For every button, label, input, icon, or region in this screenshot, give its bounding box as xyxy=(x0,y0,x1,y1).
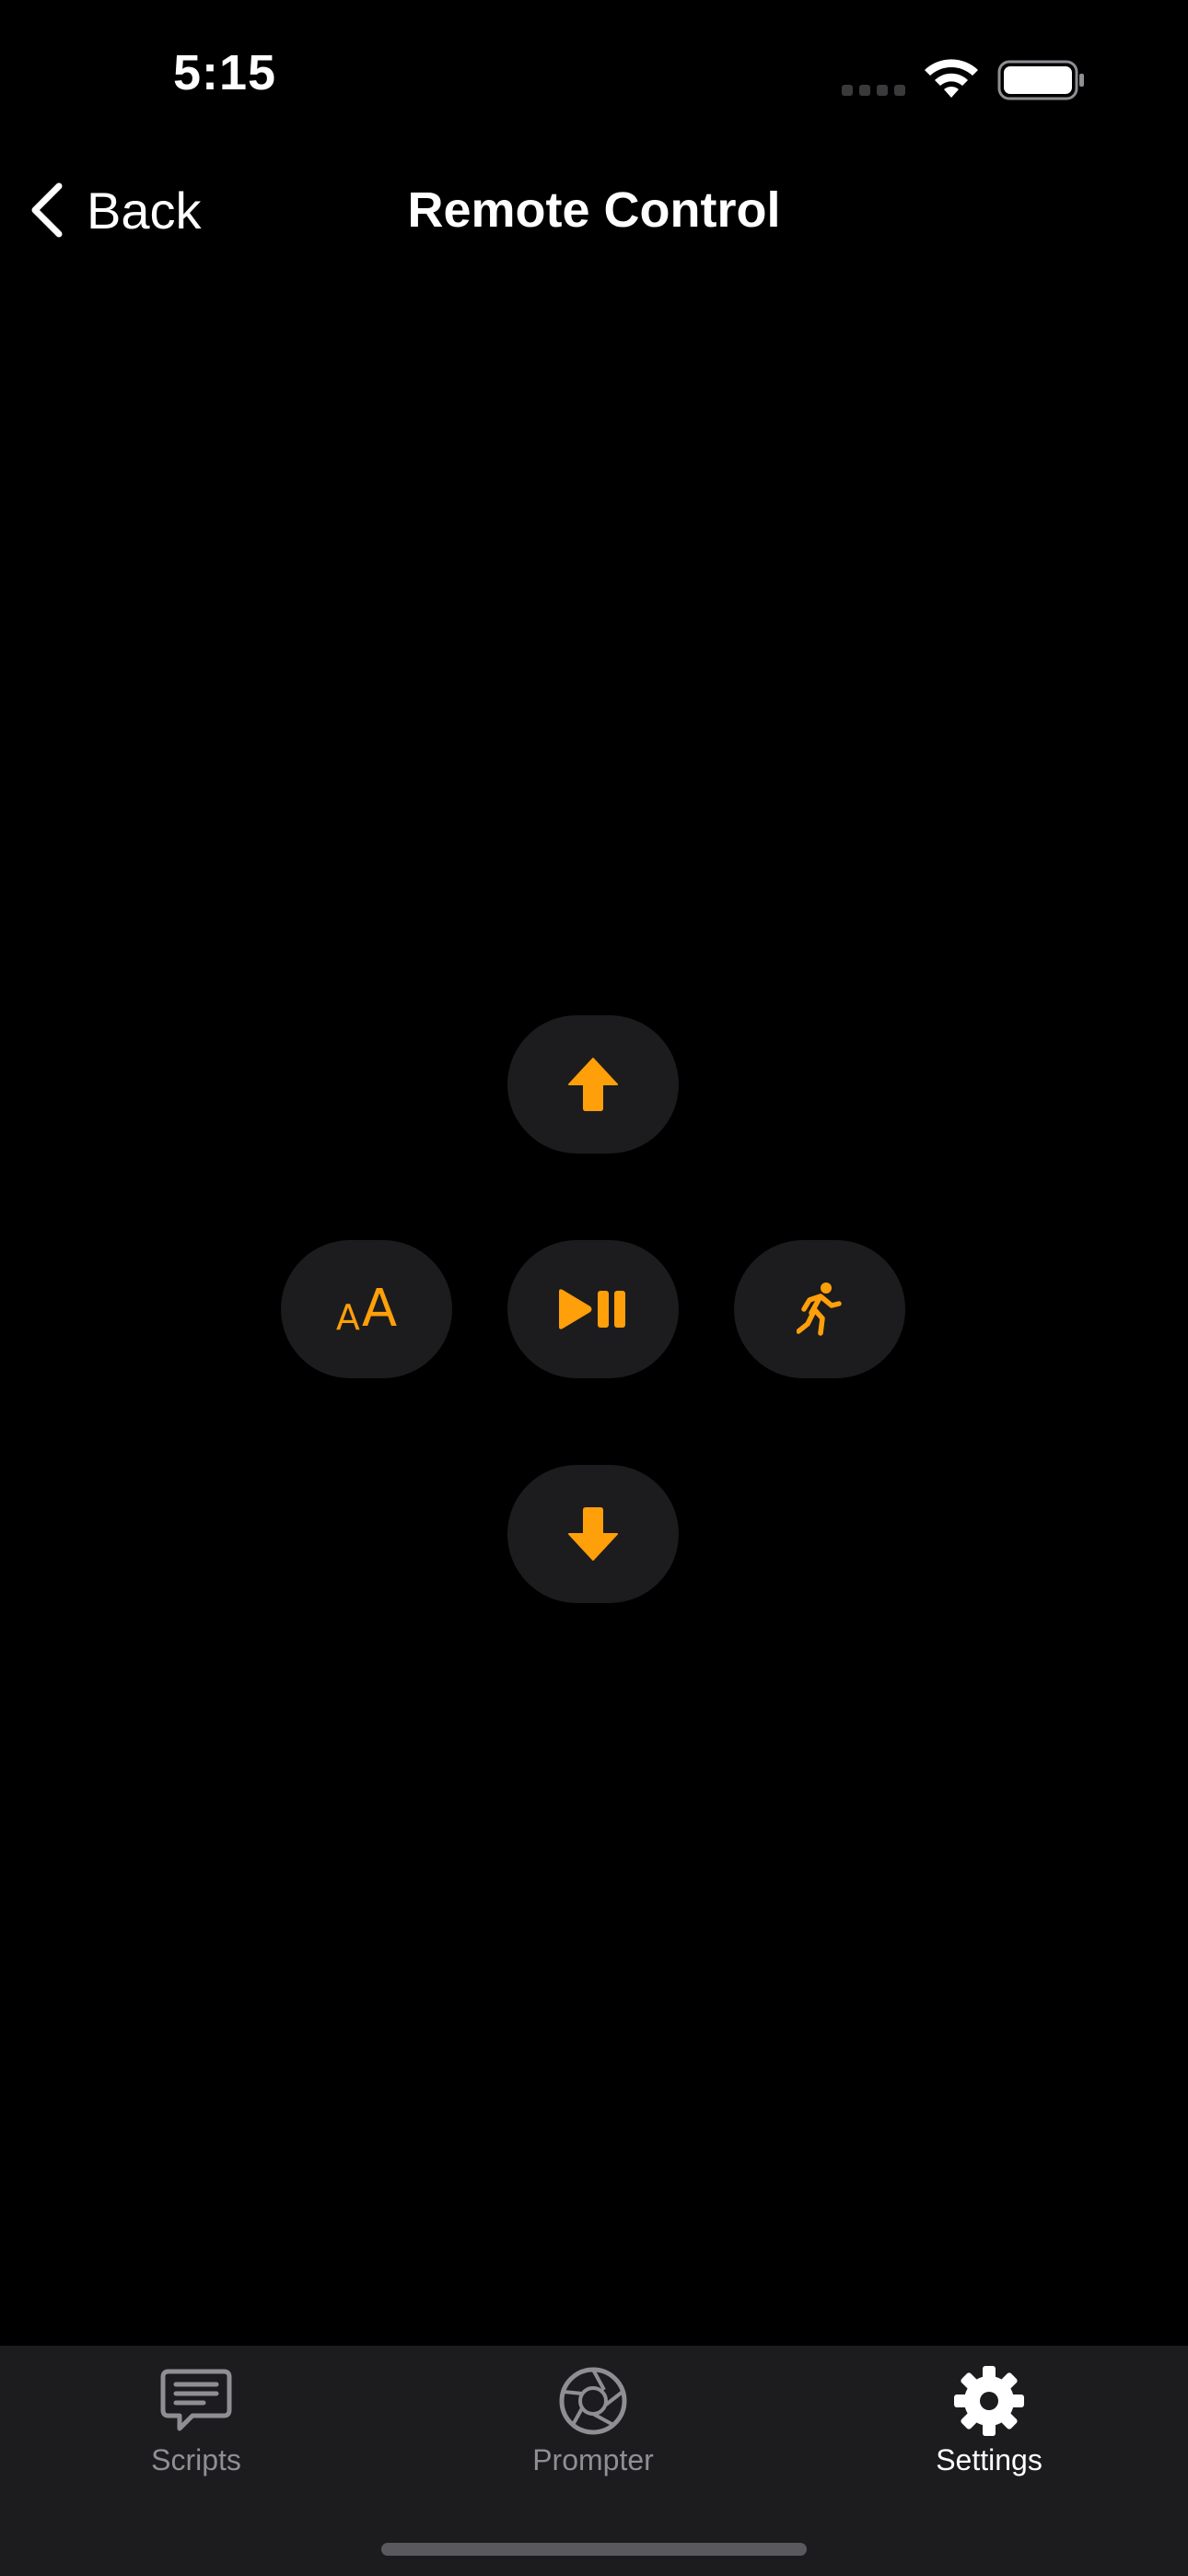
tab-prompter[interactable]: Prompter xyxy=(455,2364,731,2502)
tab-settings[interactable]: Settings xyxy=(851,2364,1127,2502)
battery-icon xyxy=(997,60,1084,100)
arrow-down-icon xyxy=(568,1507,618,1561)
back-label: Back xyxy=(87,181,202,240)
running-figure-icon xyxy=(797,1282,842,1336)
tab-bar: Scripts Prompter Settings xyxy=(0,2346,1188,2576)
cellular-signal-icon xyxy=(842,85,905,96)
play-pause-button[interactable] xyxy=(507,1240,679,1378)
scroll-down-button[interactable] xyxy=(507,1465,679,1603)
scroll-up-button[interactable] xyxy=(507,1015,679,1153)
chevron-left-icon xyxy=(31,182,63,238)
tab-scripts-label: Scripts xyxy=(151,2443,241,2476)
wifi-icon xyxy=(925,59,978,98)
text-size-icon: AA xyxy=(335,1279,398,1339)
speed-button[interactable] xyxy=(734,1240,905,1378)
play-pause-icon xyxy=(559,1289,625,1329)
font-size-button[interactable]: AA xyxy=(281,1240,452,1378)
tab-prompter-label: Prompter xyxy=(532,2443,654,2476)
status-bar: 5:15 xyxy=(0,0,1188,157)
home-indicator xyxy=(381,2543,807,2556)
speech-bubble-icon xyxy=(160,2369,232,2431)
back-button[interactable]: Back xyxy=(28,166,202,254)
arrow-up-icon xyxy=(568,1058,618,1111)
navigation-bar: Back Remote Control xyxy=(0,166,1188,254)
gear-icon xyxy=(954,2366,1024,2436)
status-time: 5:15 xyxy=(173,45,277,100)
camera-aperture-icon xyxy=(559,2367,627,2435)
tab-scripts[interactable]: Scripts xyxy=(58,2364,334,2502)
tab-settings-label: Settings xyxy=(936,2443,1042,2476)
